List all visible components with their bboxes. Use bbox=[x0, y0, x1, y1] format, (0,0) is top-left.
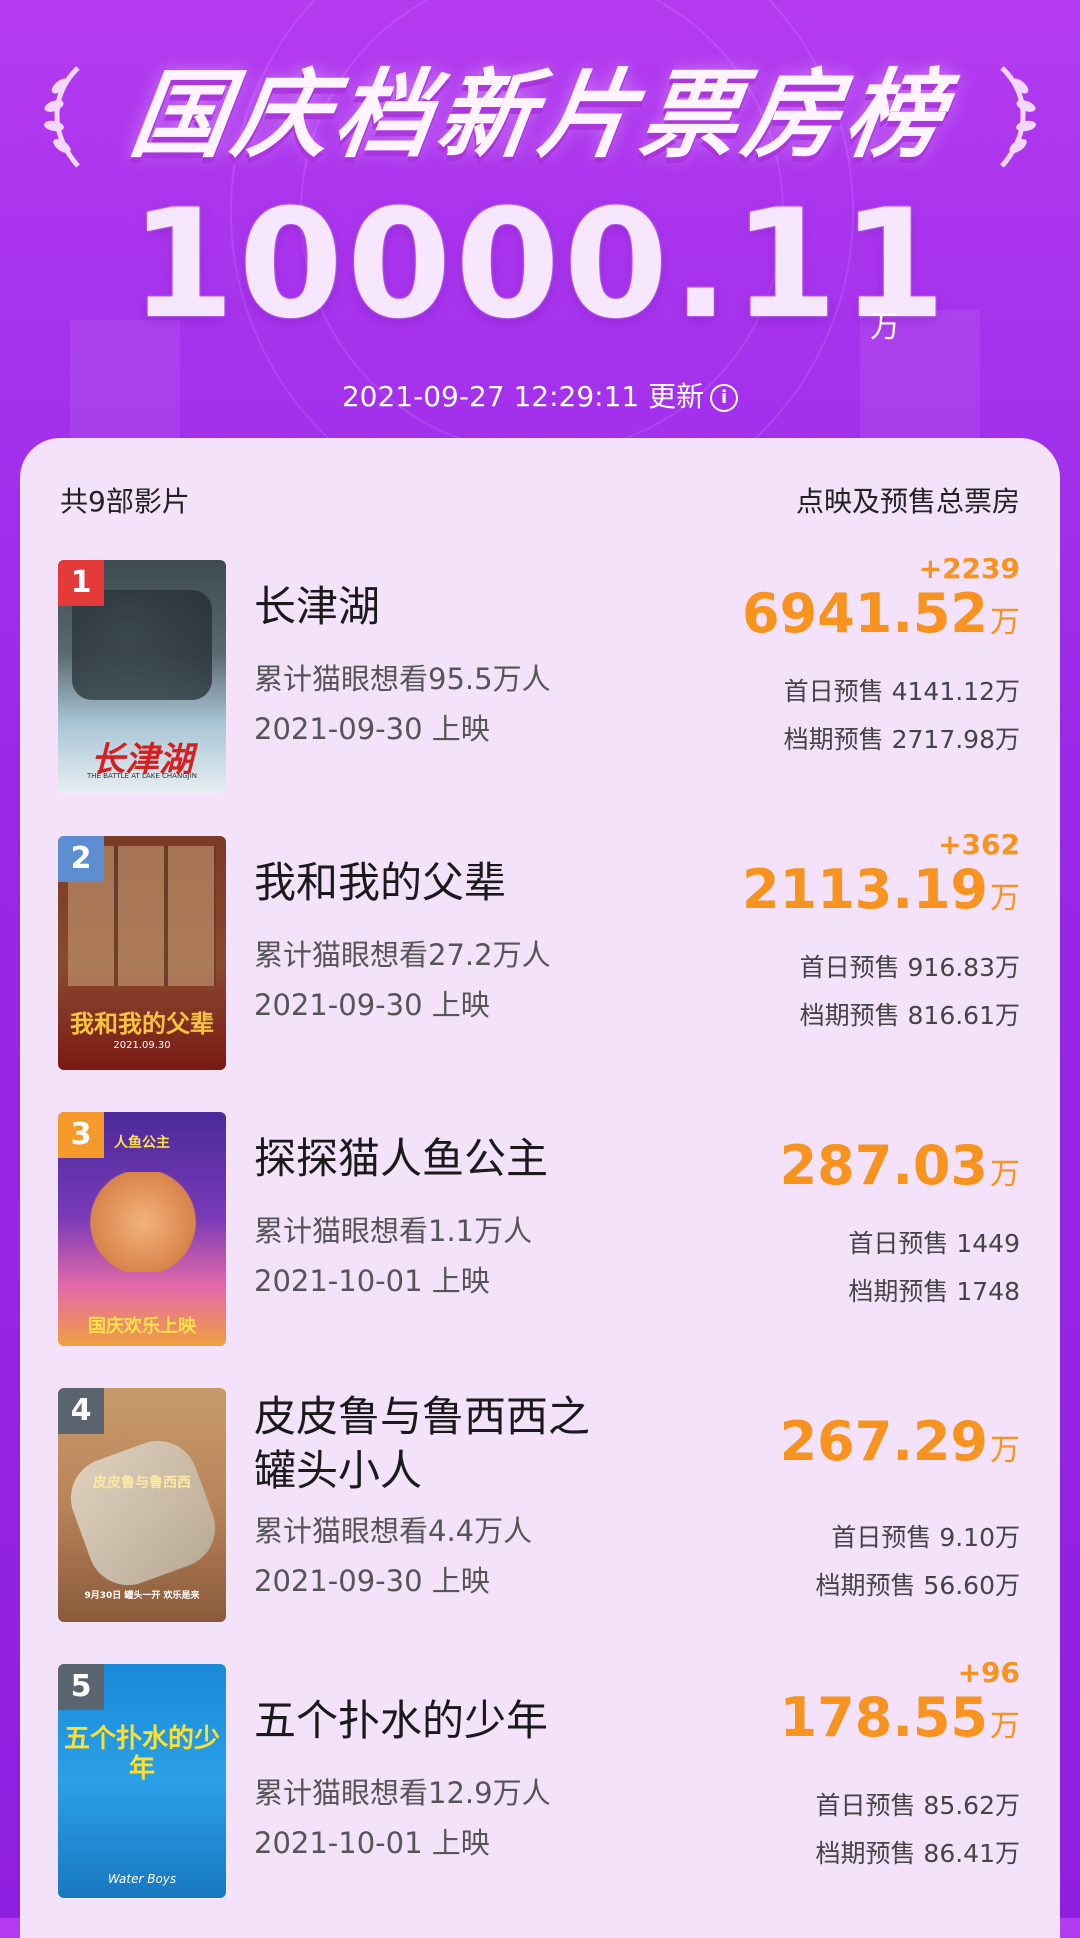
release-date: 2021-10-01 上映 bbox=[254, 1826, 490, 1860]
first-day-presale: 首日预售 4141.12万 bbox=[783, 677, 1020, 706]
rank-badge: 5 bbox=[58, 1664, 104, 1710]
first-day-presale: 首日预售 916.83万 bbox=[799, 953, 1020, 982]
header: 国庆档新片票房榜 10000.11 万 2021-09-27 12:29:11 … bbox=[0, 0, 1080, 524]
poster-subtitle: 2021.09.30 bbox=[113, 1040, 171, 1051]
want-to-see: 累计猫眼想看95.5万人 bbox=[254, 662, 551, 696]
total-number: 10000.11 bbox=[130, 178, 950, 352]
poster-title: 五个扑水的少年 bbox=[63, 1724, 220, 1784]
movie-title-line: 皮皮鲁与鲁西西之 bbox=[254, 1392, 591, 1441]
want-to-see: 累计猫眼想看4.4万人 bbox=[254, 1514, 533, 1548]
want-to-see: 累计猫眼想看1.1万人 bbox=[254, 1214, 533, 1248]
ranking-card: 共9部影片 点映及预售总票房 长津湖 THE BATTLE AT LAKE CH… bbox=[20, 438, 1060, 1938]
box-office-unit: 万 bbox=[990, 1709, 1020, 1744]
movie-row[interactable]: 五个扑水的少年 Water Boys 5 五个扑水的少年 累计猫眼想看12.9万… bbox=[20, 1656, 1060, 1904]
box-office-value: 287.03 bbox=[779, 1134, 988, 1197]
total-box-office: 10000.11 bbox=[0, 190, 1080, 340]
page-title: 国庆档新片票房榜 bbox=[124, 59, 956, 171]
box-office: 178.55万 bbox=[780, 1686, 1020, 1749]
box-delta: +2239 bbox=[918, 552, 1020, 585]
poster-subtitle: Water Boys bbox=[107, 1872, 177, 1886]
box-office-value: 267.29 bbox=[779, 1410, 988, 1473]
movie-poster[interactable]: 皮皮鲁与鲁西西 9月30日 罐头一开 欢乐是来 4 bbox=[58, 1388, 226, 1622]
period-presale: 档期预售 56.60万 bbox=[815, 1571, 1020, 1600]
movie-poster[interactable]: 我和我的父辈 2021.09.30 2 bbox=[58, 836, 226, 1070]
want-to-see: 累计猫眼想看27.2万人 bbox=[254, 938, 551, 972]
movie-title[interactable]: 五个扑水的少年 bbox=[254, 1694, 548, 1748]
poster-title: 国庆欢乐上映 bbox=[88, 1316, 196, 1337]
update-time[interactable]: 2021-09-27 12:29:11 更新 i bbox=[0, 375, 1080, 415]
movie-count: 共9部影片 bbox=[60, 485, 190, 518]
rank-badge: 3 bbox=[58, 1112, 104, 1158]
movie-title-line: 罐头小人 bbox=[254, 1446, 423, 1495]
rank-badge: 1 bbox=[58, 560, 104, 606]
release-date: 2021-09-30 上映 bbox=[254, 1564, 490, 1598]
release-date: 2021-10-01 上映 bbox=[254, 1264, 490, 1298]
first-day-presale: 首日预售 1449 bbox=[848, 1229, 1020, 1258]
box-delta: +96 bbox=[957, 1656, 1020, 1689]
update-text: 2021-09-27 12:29:11 更新 bbox=[341, 380, 705, 413]
box-office-value: 6941.52 bbox=[742, 582, 988, 645]
box-office: 287.03万 bbox=[780, 1134, 1020, 1197]
box-office: 2113.19万 bbox=[742, 858, 1020, 921]
list-header: 共9部影片 点映及预售总票房 bbox=[20, 438, 1060, 558]
period-presale: 档期预售 86.41万 bbox=[815, 1839, 1020, 1868]
rank-badge: 2 bbox=[58, 836, 104, 882]
box-office: 267.29万 bbox=[780, 1410, 1020, 1473]
movie-title[interactable]: 我和我的父辈 bbox=[254, 856, 506, 910]
box-office: 6941.52万 bbox=[742, 582, 1020, 645]
release-date: 2021-09-30 上映 bbox=[254, 988, 490, 1022]
poster-subtitle: 9月30日 罐头一开 欢乐是来 bbox=[84, 1591, 200, 1601]
movie-row[interactable]: 我和我的父辈 2021.09.30 2 我和我的父辈 累计猫眼想看27.2万人 … bbox=[20, 828, 1060, 1076]
page-title-wrap: 国庆档新片票房榜 bbox=[0, 40, 1080, 190]
first-day-presale: 首日预售 85.62万 bbox=[815, 1791, 1020, 1820]
want-to-see: 累计猫眼想看12.9万人 bbox=[254, 1776, 551, 1810]
movie-poster[interactable]: 长津湖 THE BATTLE AT LAKE CHANGJIN 1 bbox=[58, 560, 226, 794]
movie-row[interactable]: 人鱼公主 国庆欢乐上映 3 探探猫人鱼公主 累计猫眼想看1.1万人 2021-1… bbox=[20, 1112, 1060, 1352]
movie-poster[interactable]: 人鱼公主 国庆欢乐上映 3 bbox=[58, 1112, 226, 1346]
period-presale: 档期预售 816.61万 bbox=[799, 1001, 1020, 1030]
box-delta: +362 bbox=[938, 828, 1020, 861]
movie-row[interactable]: 皮皮鲁与鲁西西 9月30日 罐头一开 欢乐是来 4 皮皮鲁与鲁西西之 罐头小人 … bbox=[20, 1388, 1060, 1628]
period-presale: 档期预售 2717.98万 bbox=[783, 725, 1020, 754]
movie-title[interactable]: 探探猫人鱼公主 bbox=[254, 1132, 548, 1186]
release-date: 2021-09-30 上映 bbox=[254, 712, 490, 746]
period-presale: 档期预售 1748 bbox=[848, 1277, 1020, 1306]
movie-poster[interactable]: 五个扑水的少年 Water Boys 5 bbox=[58, 1664, 226, 1898]
box-office-value: 178.55 bbox=[779, 1686, 988, 1749]
box-office-unit: 万 bbox=[990, 1157, 1020, 1192]
movie-title[interactable]: 长津湖 bbox=[254, 580, 380, 634]
box-office-unit: 万 bbox=[990, 1433, 1020, 1468]
first-day-presale: 首日预售 9.10万 bbox=[831, 1523, 1020, 1552]
poster-title: 我和我的父辈 bbox=[70, 1010, 214, 1038]
box-office-unit: 万 bbox=[990, 881, 1020, 916]
info-icon[interactable]: i bbox=[710, 384, 739, 412]
poster-subtitle: THE BATTLE AT LAKE CHANGJIN bbox=[86, 772, 197, 780]
movie-row[interactable]: 长津湖 THE BATTLE AT LAKE CHANGJIN 1 长津湖 累计… bbox=[20, 552, 1060, 800]
box-office-unit: 万 bbox=[990, 605, 1020, 640]
movie-title[interactable]: 皮皮鲁与鲁西西之 罐头小人 bbox=[254, 1390, 590, 1498]
total-unit: 万 bbox=[870, 310, 900, 345]
column-label: 点映及预售总票房 bbox=[795, 485, 1020, 518]
poster-title: 皮皮鲁与鲁西西 bbox=[93, 1475, 191, 1491]
rank-badge: 4 bbox=[58, 1388, 104, 1434]
box-office-value: 2113.19 bbox=[742, 858, 988, 921]
